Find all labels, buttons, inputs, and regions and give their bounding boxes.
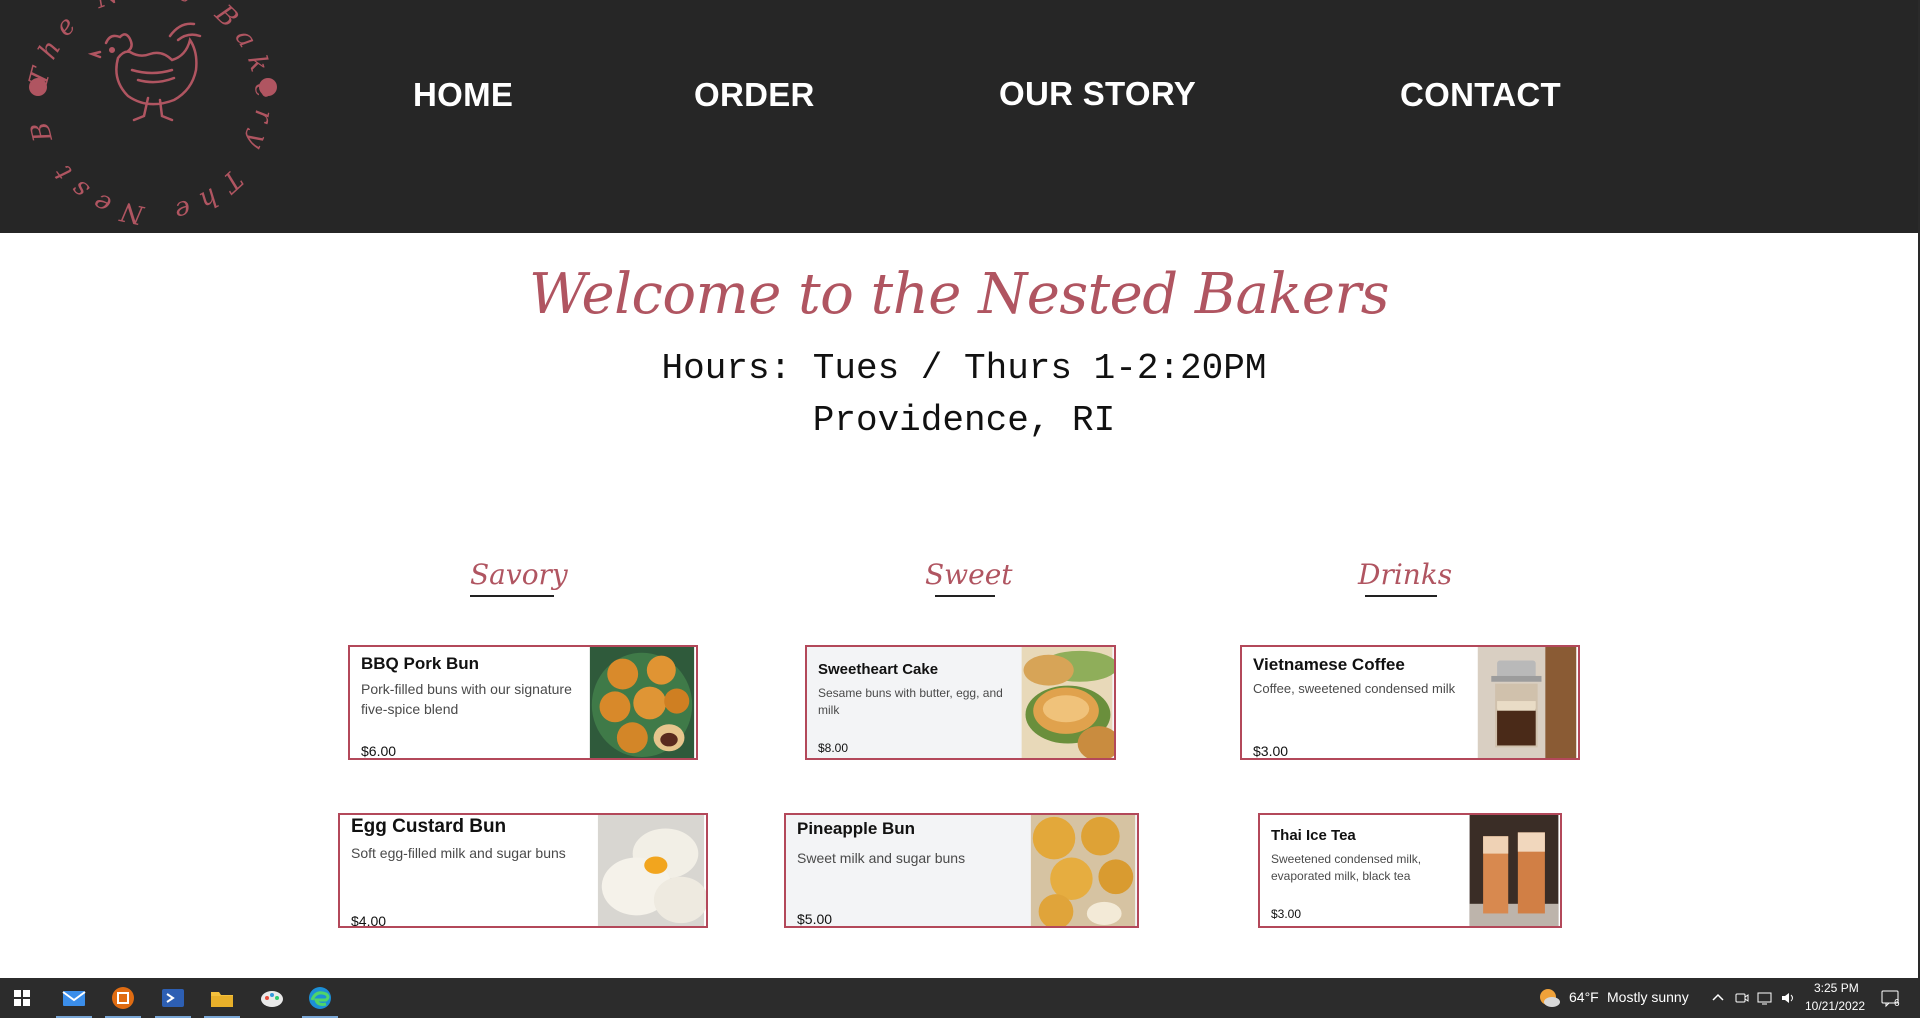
menu-card-vietnamese-coffee[interactable]: Vietnamese Coffee Coffee, sweetened cond… [1240, 645, 1580, 760]
item-description: Pork-filled buns with our signature five… [361, 681, 572, 718]
sweetheart-cake-photo [1021, 647, 1114, 758]
nav-our-story[interactable]: OUR STORY [999, 75, 1196, 113]
category-savory-underline [470, 595, 554, 597]
pineapple-bun-photo [1030, 815, 1136, 926]
menu-card-bbq-pork-bun[interactable]: BBQ Pork Bun Pork-filled buns with our s… [348, 645, 698, 760]
hen-icon [87, 22, 202, 122]
weather-temp[interactable]: 64°F [1569, 989, 1599, 1005]
item-name: BBQ Pork Bun [361, 654, 480, 673]
browser-viewport: The Nest Bakery The Nest Bakery HOME ORD… [0, 0, 1918, 978]
volume-icon[interactable] [1780, 990, 1796, 1006]
paint-icon[interactable] [258, 984, 286, 1012]
item-description: Sesame buns with butter, egg, and milk [818, 686, 1003, 718]
category-drinks-underline [1365, 595, 1437, 597]
menu-card-egg-custard-bun[interactable]: Egg Custard Bun Soft egg-filled milk and… [338, 813, 708, 928]
category-sweet: Sweet [925, 558, 1013, 591]
location-text: Providence, RI [812, 400, 1116, 441]
item-description: Sweetened condensed milk, evaporated mil… [1271, 852, 1422, 884]
file-explorer-icon[interactable] [208, 984, 236, 1012]
weather-description[interactable]: Mostly sunny [1607, 989, 1689, 1005]
hours-text: Hours: Tues / Thurs 1-2:20PM [661, 348, 1267, 389]
svg-text:The Nest Bakery The Nest Baker: The Nest Bakery The Nest Bakery [20, 0, 279, 230]
item-description: Soft egg-filled milk and sugar buns [351, 845, 566, 861]
category-savory: Savory [470, 558, 568, 591]
meet-icon[interactable] [1734, 990, 1750, 1006]
menu-card-pineapple-bun[interactable]: Pineapple Bun Sweet milk and sugar buns … [784, 813, 1139, 928]
item-price: $3.00 [1253, 743, 1289, 759]
mail-icon[interactable] [60, 984, 88, 1012]
chevron-up-icon[interactable] [1710, 990, 1726, 1006]
menu-card-thai-ice-tea[interactable]: Thai Ice Tea Sweetened condensed milk, e… [1258, 813, 1562, 928]
category-drinks: Drinks [1358, 558, 1453, 591]
edge-icon[interactable] [306, 984, 334, 1012]
menu-card-sweetheart-cake[interactable]: Sweetheart Cake Sesame buns with butter,… [805, 645, 1116, 760]
bbq-pork-bun-photo [589, 647, 695, 758]
nest-bakery-logo[interactable]: The Nest Bakery The Nest Bakery [20, 0, 282, 232]
egg-custard-bun-photo [597, 815, 706, 926]
welcome-heading: Welcome to the Nested Bakers [529, 262, 1390, 327]
item-description: Sweet milk and sugar buns [797, 850, 966, 866]
item-description: Coffee, sweetened condensed milk [1253, 681, 1456, 696]
logo-ring-text: The Nest Bakery The Nest Bakery [20, 0, 269, 230]
app-orange-icon[interactable] [109, 984, 137, 1012]
nav-order[interactable]: ORDER [694, 76, 815, 114]
item-price: $3.00 [1271, 907, 1302, 921]
clock-date[interactable]: 10/21/2022 [1805, 999, 1865, 1013]
nav-home[interactable]: HOME [413, 76, 513, 114]
item-name: Sweetheart Cake [818, 661, 939, 678]
network-icon[interactable] [1757, 990, 1773, 1006]
item-name: Egg Custard Bun [351, 816, 507, 837]
item-name: Pineapple Bun [797, 819, 916, 838]
site-header: The Nest Bakery The Nest Bakery HOME ORD… [0, 0, 1918, 233]
powershell-icon[interactable] [159, 984, 187, 1012]
item-name: Vietnamese Coffee [1253, 655, 1405, 674]
thai-ice-tea-photo [1469, 815, 1559, 926]
notification-count: 6 [1894, 998, 1900, 1009]
item-name: Thai Ice Tea [1271, 827, 1356, 844]
nav-contact[interactable]: CONTACT [1400, 76, 1561, 114]
item-price: $8.00 [818, 741, 849, 755]
item-price: $6.00 [361, 743, 397, 759]
category-sweet-underline [935, 595, 995, 597]
clock-time[interactable]: 3:25 PM [1814, 981, 1859, 995]
weather-icon[interactable] [1537, 986, 1561, 1010]
windows-taskbar: 64°F Mostly sunny 3:25 PM 10/21/2022 6 [0, 978, 1920, 1018]
windows-start-icon[interactable] [8, 984, 36, 1012]
vietnamese-coffee-photo [1477, 647, 1577, 758]
item-price: $5.00 [797, 911, 833, 927]
item-price: $4.00 [351, 913, 387, 928]
